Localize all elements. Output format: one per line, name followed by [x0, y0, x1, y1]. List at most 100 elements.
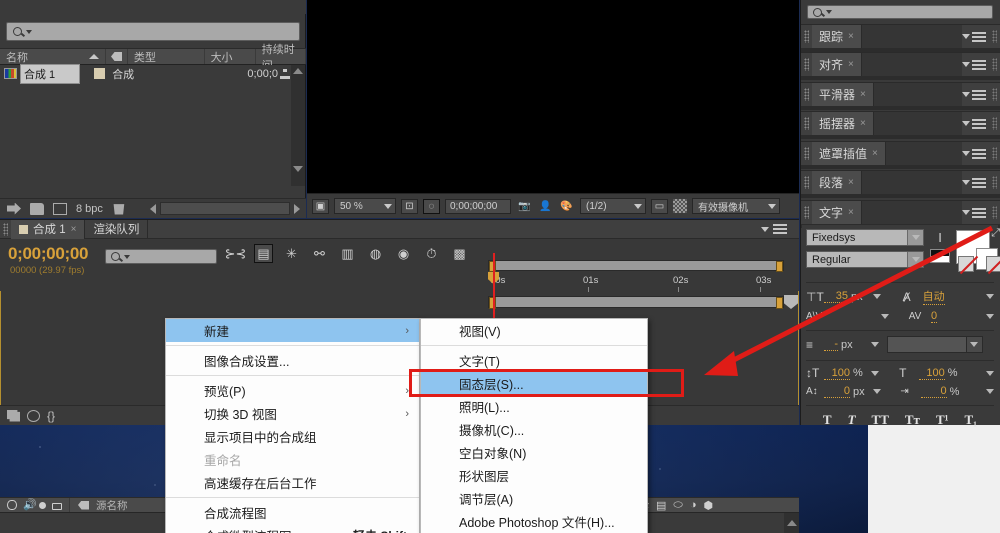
column-header-size[interactable]: 大小: [205, 49, 256, 64]
close-icon[interactable]: ×: [848, 31, 854, 42]
panel-menu-icon[interactable]: [972, 207, 986, 218]
submenu-item-text[interactable]: 文字(T): [421, 349, 647, 372]
chevron-down-icon[interactable]: [986, 314, 994, 319]
3d-layer-switch-icon[interactable]: ⬢: [703, 499, 713, 512]
chevron-down-icon[interactable]: [881, 314, 889, 319]
column-header-label[interactable]: [106, 49, 128, 64]
column-header-name[interactable]: 名称: [0, 49, 107, 64]
menu-item-new[interactable]: 新建 ›: [166, 319, 419, 342]
chevron-down-icon[interactable]: [870, 342, 879, 347]
panel-grip-icon[interactable]: [804, 206, 809, 219]
graph-editor-toggle-icon[interactable]: [27, 409, 40, 422]
faux-italic-button[interactable]: T: [848, 412, 856, 428]
time-ruler[interactable]: 00s 01s 02s 03s: [488, 258, 784, 310]
brainstorm-icon[interactable]: ◍: [366, 244, 385, 263]
timeline-vertical-scrollbar[interactable]: [784, 513, 799, 533]
panel-menu-icon[interactable]: [972, 89, 986, 100]
current-timecode[interactable]: 0;00;00;00: [8, 244, 88, 264]
panel-menu-icon[interactable]: [972, 118, 986, 129]
font-style-select[interactable]: Regular: [806, 251, 924, 268]
solo-icon[interactable]: [39, 501, 46, 509]
panel-menu-icon[interactable]: [972, 177, 986, 188]
scroll-down-icon[interactable]: [293, 166, 303, 172]
tab-render-queue[interactable]: 渲染队列: [85, 219, 149, 239]
close-icon[interactable]: ×: [848, 177, 854, 188]
stroke-style-select[interactable]: [886, 336, 983, 353]
submenu-item-solid[interactable]: 固态层(S)...: [421, 372, 647, 395]
chevron-down-icon[interactable]: [870, 370, 879, 376]
panel-menu-icon[interactable]: [972, 59, 986, 70]
vertical-scale-value[interactable]: 100: [824, 367, 850, 380]
scroll-up-icon[interactable]: [786, 520, 797, 526]
close-icon[interactable]: ×: [71, 224, 77, 235]
chevron-down-icon[interactable]: [962, 121, 970, 126]
composition-canvas[interactable]: [307, 0, 799, 193]
faux-bold-button[interactable]: T: [823, 412, 832, 428]
project-item-name[interactable]: 合成 1: [20, 63, 81, 84]
toggle-switches-modes-icon[interactable]: [7, 409, 20, 422]
stroke-width-value[interactable]: -: [824, 338, 838, 351]
tab-tracker[interactable]: 跟踪 ×: [812, 24, 862, 49]
tab-align[interactable]: 对齐 ×: [812, 52, 862, 77]
project-vertical-scrollbar[interactable]: [291, 65, 305, 186]
panel-grip-icon[interactable]: [992, 117, 997, 130]
menu-item-preview[interactable]: 预览(P) ›: [166, 379, 419, 402]
panel-grip-icon[interactable]: [992, 147, 997, 160]
horizontal-scale-value[interactable]: 100: [918, 367, 945, 380]
menu-item-composition-flowchart[interactable]: 合成流程图: [166, 501, 419, 524]
comp-marker-bin-icon[interactable]: [784, 295, 798, 309]
graph-editor-icon[interactable]: ◉: [394, 244, 413, 263]
submenu-item-viewer[interactable]: 视图(V): [421, 319, 647, 342]
close-icon[interactable]: ×: [848, 59, 854, 70]
baseline-shift-value[interactable]: 0: [824, 385, 850, 398]
eyedropper-icon[interactable]: Ι: [938, 230, 942, 245]
panel-grip-icon[interactable]: [3, 222, 8, 236]
new-composition-icon[interactable]: [7, 202, 21, 215]
tracking-value[interactable]: 0: [931, 310, 938, 323]
menu-item-reveal-composition[interactable]: 显示项目中的合成组: [166, 425, 419, 448]
no-fill-icon[interactable]: [958, 256, 974, 272]
submenu-item-adjustment-layer[interactable]: 调节层(A): [421, 487, 647, 510]
viewer-timecode-field[interactable]: 0;00;00;00: [445, 198, 511, 214]
motion-blur-icon[interactable]: ▥: [338, 244, 357, 263]
lock-icon[interactable]: [52, 503, 62, 510]
chevron-down-icon[interactable]: [986, 370, 994, 376]
region-preview-icon[interactable]: ▭: [651, 198, 668, 214]
superscript-button[interactable]: T¹: [936, 412, 949, 428]
motion-blur-switch-icon[interactable]: ⬭: [673, 499, 682, 512]
menu-item-composition-settings[interactable]: 图像合成设置...: [166, 349, 419, 372]
work-area-bar-top[interactable]: [488, 260, 784, 272]
adjustment-layer-switch-icon[interactable]: ◑: [690, 499, 697, 511]
panel-grip-icon[interactable]: [992, 206, 997, 219]
panel-grip-icon[interactable]: [804, 30, 809, 43]
panel-grip-icon[interactable]: [804, 176, 809, 189]
camera-view-select[interactable]: 有效摄像机: [692, 198, 780, 214]
panel-grip-icon[interactable]: [992, 30, 997, 43]
subscript-button[interactable]: T₁: [965, 412, 978, 428]
toggle-transparency-grid-icon[interactable]: [673, 199, 687, 213]
panel-grip-icon[interactable]: [992, 88, 997, 101]
project-list-item[interactable]: 合成 1 合成 0;00;0: [0, 63, 292, 84]
expand-collapse-icon[interactable]: {}: [47, 409, 55, 423]
submenu-item-light[interactable]: 照明(L)...: [421, 395, 647, 418]
chevron-down-icon[interactable]: [986, 294, 994, 299]
chevron-down-icon[interactable]: [872, 294, 881, 299]
close-icon[interactable]: ×: [860, 89, 866, 100]
menu-item-composition-mini-flowchart[interactable]: 合成微型流程图 轻击 Shift: [166, 524, 419, 533]
tab-smoother[interactable]: 平滑器 ×: [812, 82, 874, 107]
tab-wiggler[interactable]: 摇摆器 ×: [812, 111, 874, 136]
close-icon[interactable]: ×: [848, 207, 854, 218]
work-area-end-handle[interactable]: [776, 261, 783, 272]
menu-item-cache-work-area[interactable]: 高速缓存在后台工作: [166, 471, 419, 494]
menu-item-switch-3d-view[interactable]: 切换 3D 视图 ›: [166, 402, 419, 425]
panel-menu-icon[interactable]: [972, 31, 986, 42]
work-area-bar[interactable]: [488, 296, 784, 309]
delete-icon[interactable]: [113, 204, 125, 215]
panel-grip-icon[interactable]: [804, 117, 809, 130]
close-icon[interactable]: ×: [872, 148, 878, 159]
scroll-left-icon[interactable]: [150, 203, 156, 214]
submenu-item-null-object[interactable]: 空白对象(N): [421, 441, 647, 464]
column-header-type[interactable]: 类型: [128, 49, 205, 64]
take-snapshot-icon[interactable]: 📷: [516, 199, 533, 214]
font-family-select[interactable]: Fixedsys: [806, 229, 924, 246]
